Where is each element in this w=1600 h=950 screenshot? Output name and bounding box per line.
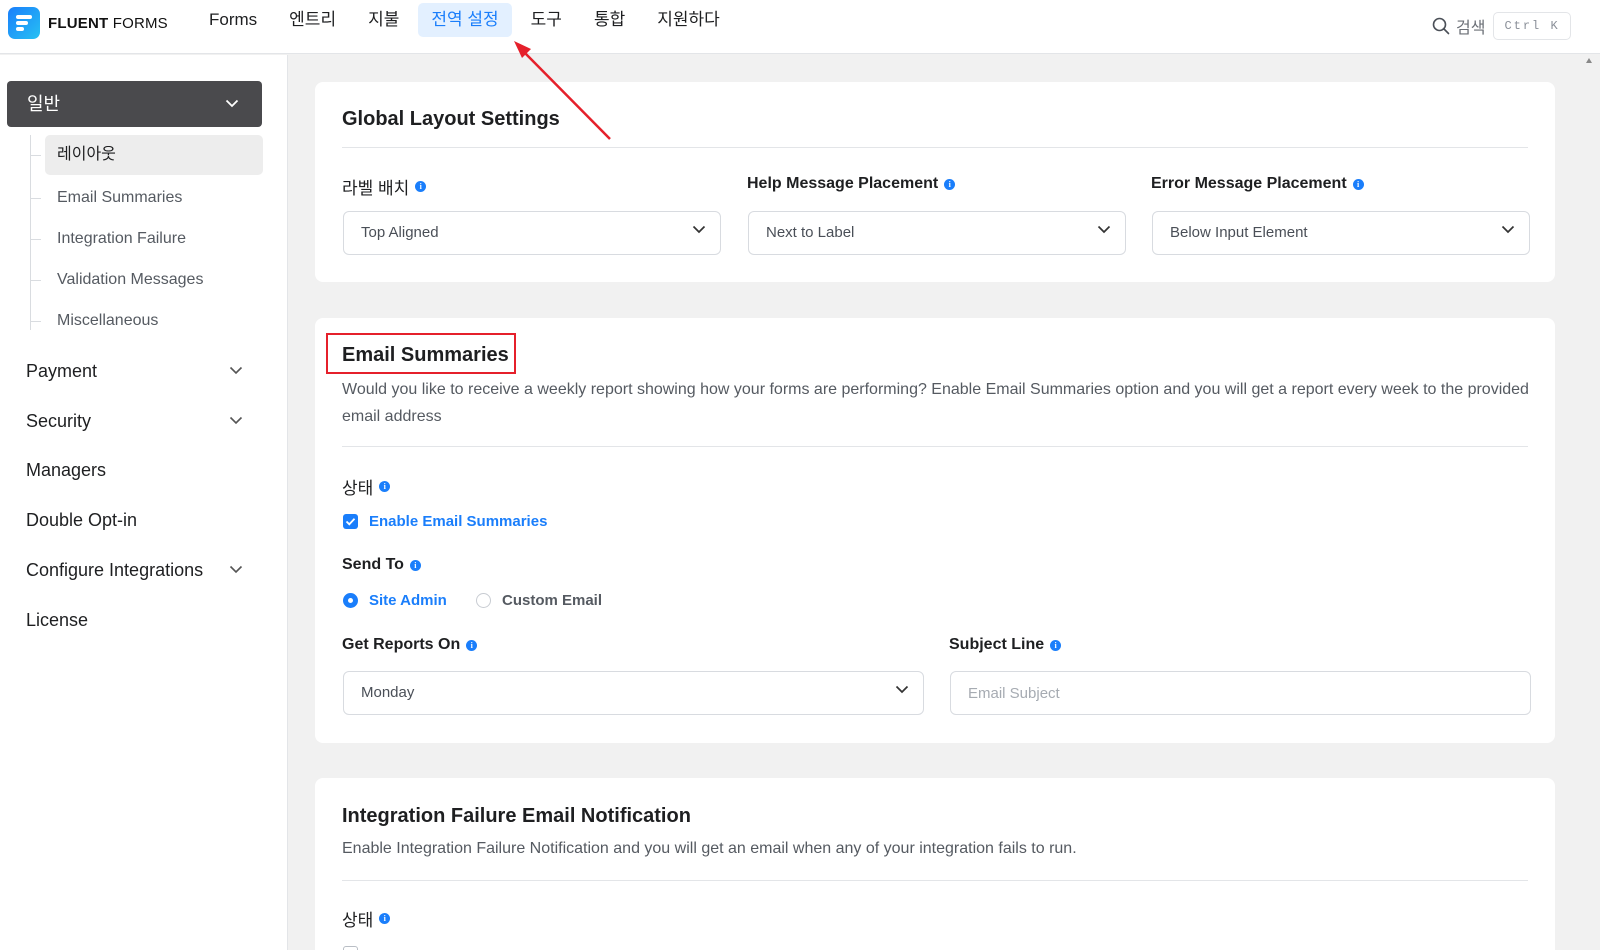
sidebar-group-general[interactable]: 일반 bbox=[7, 81, 262, 127]
nav-forms[interactable]: Forms bbox=[196, 3, 270, 37]
error-message-placement-label: Error Message Placement i bbox=[1151, 175, 1364, 193]
nav-payments[interactable]: 지불 bbox=[355, 3, 412, 37]
divider bbox=[342, 446, 1528, 447]
email-summaries-description: Would you like to receive a weekly repor… bbox=[342, 381, 1529, 425]
enable-email-summaries-label[interactable]: Enable Email Summaries bbox=[369, 513, 547, 530]
chevron-down-icon bbox=[229, 366, 243, 375]
label-placement-select[interactable]: Top Aligned bbox=[343, 211, 721, 255]
chevron-down-icon bbox=[225, 99, 239, 108]
sidebar-item-security[interactable]: Security bbox=[26, 411, 262, 432]
fluent-forms-logo[interactable]: FLUENT FORMS bbox=[8, 7, 168, 39]
main-nav: Forms 엔트리 지불 전역 설정 도구 통합 지원하다 bbox=[196, 3, 739, 37]
send-to-label: Send To i bbox=[342, 556, 421, 574]
chevron-down-icon bbox=[229, 565, 243, 574]
chevron-down-icon bbox=[229, 416, 243, 425]
chevron-down-icon bbox=[895, 685, 909, 694]
error-message-placement-select[interactable]: Below Input Element bbox=[1152, 211, 1530, 255]
sidebar-item-validation-messages[interactable]: Validation Messages bbox=[31, 260, 263, 300]
email-summaries-card: Email Summaries Would you like to receiv… bbox=[315, 318, 1555, 743]
integration-failure-status-label: 상태 i bbox=[342, 906, 391, 931]
sidebar-subtree: 레이아웃 Email Summaries Integration Failure… bbox=[30, 135, 263, 330]
info-icon[interactable]: i bbox=[1050, 639, 1062, 651]
global-layout-title: Global Layout Settings bbox=[342, 108, 560, 130]
search-label: 검색 bbox=[1456, 20, 1486, 37]
sidebar-item-email-summaries[interactable]: Email Summaries bbox=[31, 178, 263, 218]
global-layout-card: Global Layout Settings 라벨 배치 i Top Aligne… bbox=[315, 82, 1555, 282]
annotation-highlight-box bbox=[326, 333, 516, 374]
nav-tools[interactable]: 도구 bbox=[518, 3, 575, 37]
info-icon[interactable]: i bbox=[466, 639, 478, 651]
send-to-custom-email-radio[interactable] bbox=[476, 593, 491, 608]
get-reports-on-label: Get Reports On i bbox=[342, 636, 478, 654]
info-icon[interactable]: i bbox=[379, 913, 391, 924]
sidebar-item-integration-failure[interactable]: Integration Failure bbox=[31, 219, 263, 259]
subject-line-input[interactable] bbox=[950, 671, 1531, 715]
status-label: 상태 i bbox=[342, 474, 391, 499]
send-to-site-admin-radio[interactable] bbox=[343, 593, 358, 608]
scroll-up-arrow-icon[interactable] bbox=[1586, 58, 1592, 63]
nav-entries[interactable]: 엔트리 bbox=[276, 3, 349, 37]
top-navbar: FLUENT FORMS Forms 엔트리 지불 전역 설정 도구 통합 지원… bbox=[0, 0, 1600, 54]
nav-global-settings[interactable]: 전역 설정 bbox=[418, 3, 512, 37]
help-message-placement-select[interactable]: Next to Label bbox=[748, 211, 1126, 255]
divider bbox=[342, 880, 1528, 881]
divider bbox=[342, 147, 1528, 148]
sidebar-item-managers[interactable]: Managers bbox=[26, 460, 262, 481]
chevron-down-icon bbox=[1097, 225, 1111, 234]
info-icon[interactable]: i bbox=[415, 181, 427, 192]
search-shortcut: Ctrl K bbox=[1493, 12, 1571, 40]
sidebar-item-configure-integrations[interactable]: Configure Integrations bbox=[26, 560, 262, 581]
sidebar-item-payment[interactable]: Payment bbox=[26, 361, 262, 382]
chevron-down-icon bbox=[1501, 225, 1515, 234]
chevron-down-icon bbox=[692, 225, 706, 234]
sidebar-item-layout[interactable]: 레이아웃 bbox=[31, 135, 263, 175]
search-trigger[interactable]: 검색 Ctrl K bbox=[1432, 12, 1571, 40]
fluent-forms-logo-icon bbox=[8, 7, 40, 39]
send-to-site-admin-label[interactable]: Site Admin bbox=[369, 592, 447, 609]
enable-email-summaries-checkbox[interactable] bbox=[343, 514, 358, 529]
nav-integrations[interactable]: 통합 bbox=[581, 3, 638, 37]
info-icon[interactable]: i bbox=[1352, 178, 1364, 190]
label-placement-label: 라벨 배치 i bbox=[342, 174, 427, 199]
info-icon[interactable]: i bbox=[409, 559, 421, 571]
sidebar-item-miscellaneous[interactable]: Miscellaneous bbox=[31, 301, 263, 341]
get-reports-on-select[interactable]: Monday bbox=[343, 671, 924, 715]
subject-line-label: Subject Line i bbox=[949, 636, 1062, 654]
send-to-custom-email-label[interactable]: Custom Email bbox=[502, 592, 602, 609]
help-message-placement-label: Help Message Placement i bbox=[747, 175, 956, 193]
sidebar-item-double-opt-in[interactable]: Double Opt-in bbox=[26, 510, 262, 531]
brand-name: FLUENT FORMS bbox=[48, 14, 168, 32]
search-icon bbox=[1432, 17, 1450, 35]
enable-integration-failure-checkbox[interactable] bbox=[343, 946, 358, 950]
sidebar-item-license[interactable]: License bbox=[26, 610, 262, 631]
nav-support[interactable]: 지원하다 bbox=[644, 3, 733, 37]
integration-failure-card: Integration Failure Email Notification E… bbox=[315, 778, 1555, 950]
sidebar-group-label: 일반 bbox=[27, 94, 61, 114]
settings-sidebar: 일반 레이아웃 Email Summaries Integration Fail… bbox=[0, 55, 288, 950]
integration-failure-title: Integration Failure Email Notification bbox=[342, 805, 691, 827]
integration-failure-description: Enable Integration Failure Notification … bbox=[342, 840, 1077, 857]
checkmark-icon bbox=[345, 518, 356, 526]
info-icon[interactable]: i bbox=[379, 481, 391, 492]
info-icon[interactable]: i bbox=[944, 178, 956, 190]
